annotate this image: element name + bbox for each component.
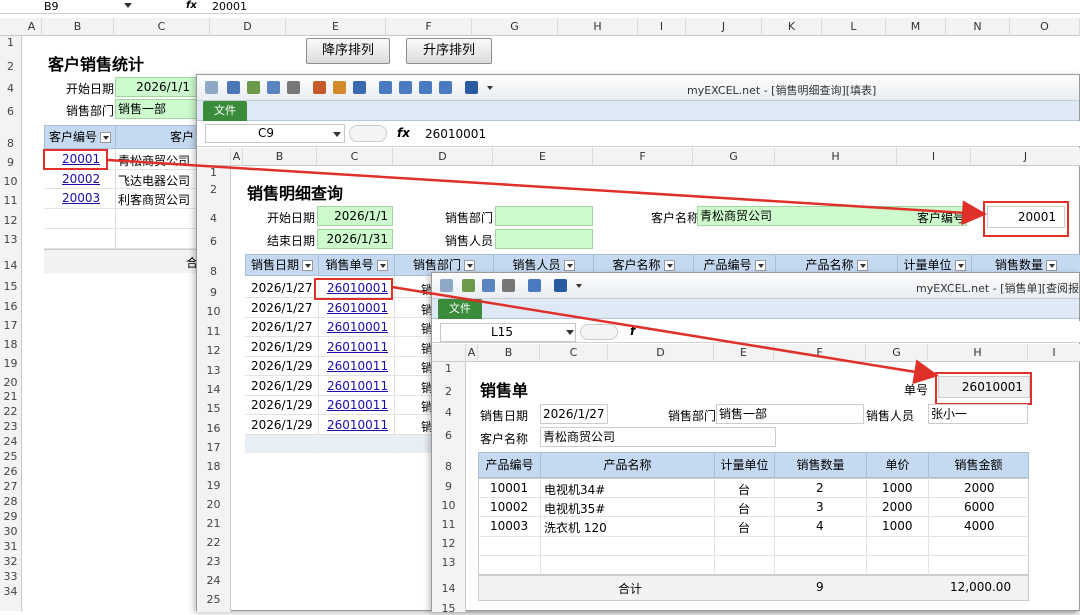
- arrow-to-order-no: [391, 285, 939, 385]
- arrow-to-customer-code: [107, 158, 987, 226]
- annotation-arrows: [107, 158, 987, 385]
